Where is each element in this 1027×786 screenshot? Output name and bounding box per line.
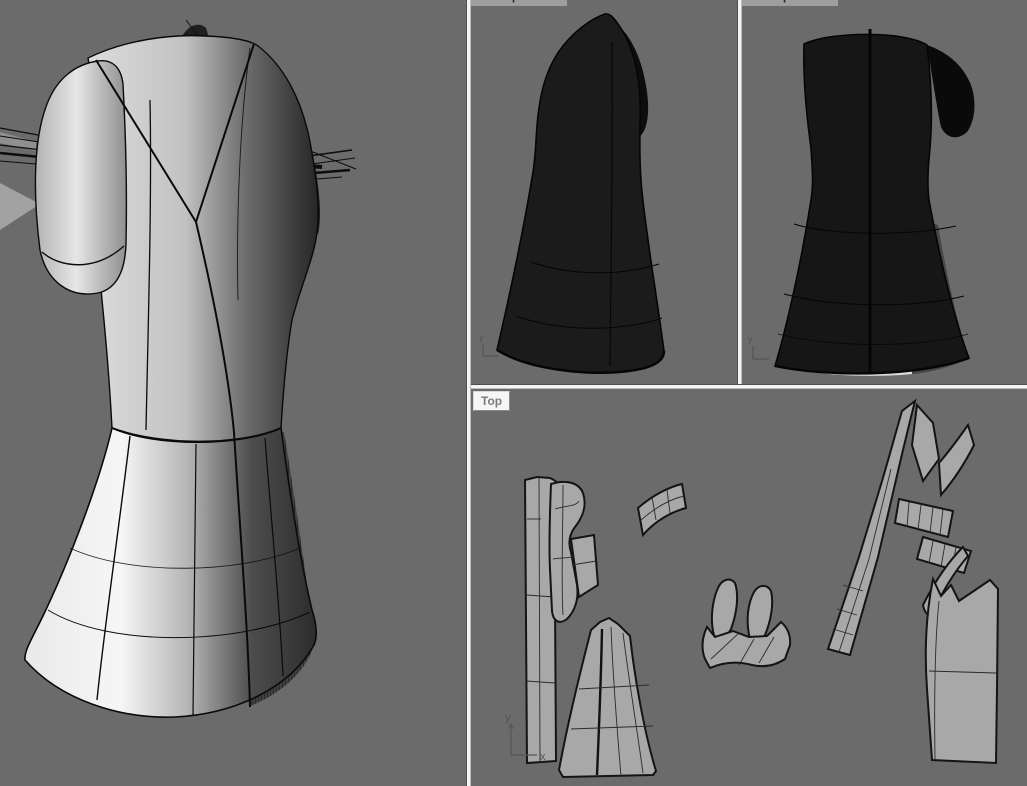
viewport-label-text: Top [481, 394, 503, 408]
pattern-pieces[interactable] [523, 398, 1000, 779]
pattern-piece-collar[interactable] [548, 480, 600, 623]
perspective2-canvas[interactable]: y [742, 0, 1027, 384]
viewport-perspective-2[interactable]: Perspective [742, 0, 1027, 384]
viewport-top[interactable]: Top y x [471, 389, 1027, 786]
dress-mesh-back-view[interactable] [774, 29, 975, 376]
viewport-label-top[interactable]: Top [473, 391, 511, 411]
pattern-piece-small-panel[interactable] [636, 482, 688, 538]
svg-text:y: y [479, 332, 484, 342]
pattern-piece-skirt-panel[interactable] [557, 616, 658, 779]
top-viewport-canvas[interactable]: y x [471, 389, 1027, 786]
dress-mesh-front-view[interactable] [24, 19, 320, 718]
pattern-piece-bodice[interactable] [701, 578, 792, 670]
viewport-perspective-1[interactable]: Perspective [471, 0, 737, 384]
dress-seam-lines [24, 34, 319, 718]
viewport-label-perspective-1[interactable]: Perspective [471, 0, 567, 6]
cplane-axis-gizmo-icon: y [748, 334, 769, 360]
axis-y-label: y [505, 712, 511, 724]
main-viewport-canvas[interactable] [0, 0, 466, 786]
viewport-label-text: Perspective [488, 0, 550, 3]
pattern-piece-front-panel[interactable] [924, 575, 1000, 765]
axis-x-label: x [540, 751, 546, 763]
viewport-splitter-vertical-top[interactable] [737, 0, 742, 384]
viewport-label-perspective-2[interactable]: Perspective [742, 0, 838, 6]
cad-application-window: { "viewports": { "main": { "content": "3… [0, 0, 1027, 786]
viewport-label-text: Perspective [759, 0, 821, 3]
perspective1-canvas[interactable]: y [471, 0, 737, 384]
cplane-axis-gizmo-icon: y [479, 332, 498, 357]
cplane-arrow-widget [0, 183, 40, 230]
viewport-main-perspective[interactable] [0, 0, 466, 786]
viewport-splitter-horizontal[interactable] [471, 384, 1027, 389]
viewport-splitter-vertical-main[interactable] [466, 0, 471, 786]
dress-mesh-side-view[interactable] [496, 13, 666, 374]
svg-text:y: y [748, 334, 753, 344]
